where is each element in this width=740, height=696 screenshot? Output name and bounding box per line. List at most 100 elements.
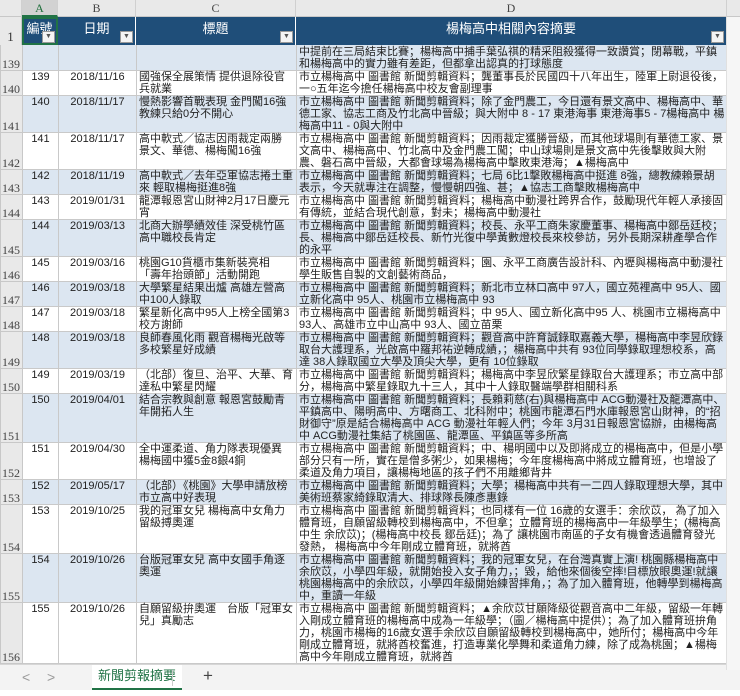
cell-date[interactable]: 2019/04/01 bbox=[58, 393, 137, 443]
cell-summary[interactable]: 市立楊梅高中 圖書館 新聞剪輯資料；因雨裁定獲勝晉級，而其他球場則有華德工家、景… bbox=[296, 132, 728, 170]
cell-number[interactable]: 152 bbox=[22, 479, 59, 505]
cell-number[interactable]: 150 bbox=[22, 393, 59, 443]
cell-title[interactable]: 良師春風化雨 觀音楊梅光啟等多校繁星好成績 bbox=[136, 331, 297, 369]
filter-dropdown-icon[interactable]: ▼ bbox=[42, 31, 55, 43]
cell-summary[interactable]: 市立楊梅高中 圖書館 新聞剪輯資料；我的冠軍女兒，在台灣真實上演! 桃園縣楊梅高… bbox=[296, 553, 728, 603]
header-cell-summary[interactable]: 楊梅高中相關內容摘要 ▼ bbox=[296, 17, 727, 45]
cell-summary[interactable]: 市立楊梅高中 圖書館 新聞剪輯資料；觀音高中許育誠錄取嘉義大學，楊梅高中李昱欣錄… bbox=[296, 331, 728, 369]
cell-date[interactable]: 2019/10/26 bbox=[58, 602, 137, 664]
cell-number[interactable]: 146 bbox=[22, 281, 59, 307]
row-number[interactable]: 152 bbox=[0, 442, 23, 480]
cell-date[interactable]: 2019/03/16 bbox=[58, 256, 137, 282]
cell-date[interactable]: 2019/05/17 bbox=[58, 479, 137, 505]
cell-date[interactable]: 2019/03/18 bbox=[58, 306, 137, 332]
vertical-scrollbar[interactable] bbox=[726, 17, 740, 670]
cell-date[interactable]: 2018/11/19 bbox=[58, 169, 137, 195]
cell-summary[interactable]: 市立楊梅高中 圖書館 新聞剪輯資料；也同樣有一位 16歲的女選手：余欣苡， 為了… bbox=[296, 504, 728, 554]
column-header-a[interactable]: A bbox=[22, 0, 58, 17]
cell-date[interactable]: 2018/11/17 bbox=[58, 132, 137, 170]
row-number[interactable]: 144 bbox=[0, 194, 23, 220]
cell-title[interactable]: 自願留級拚奧運 台版「冠軍女兒」真勵志 bbox=[136, 602, 297, 664]
row-number[interactable]: 150 bbox=[0, 368, 23, 394]
cell-number[interactable]: 154 bbox=[22, 553, 59, 603]
cell-title[interactable]: 結合宗教與創意 報恩宮鼓勵青年開拓人生 bbox=[136, 393, 297, 443]
cell-summary[interactable]: 市立楊梅高中 圖書館 新聞剪輯資料；校長、永平工商朱家慶董事、楊梅高中鄒岳廷校；… bbox=[296, 219, 728, 257]
cell-summary[interactable]: 市立楊梅高中 圖書館 新聞剪輯資料；中 95人、國立新化高中95 人、桃園市立楊… bbox=[296, 306, 728, 332]
cell-number[interactable]: 148 bbox=[22, 331, 59, 369]
cell-title[interactable]: 台版冠軍女兒 高中女國手角逐奧運 bbox=[136, 553, 297, 603]
filter-dropdown-icon[interactable]: ▼ bbox=[711, 31, 724, 43]
cell-summary[interactable]: 市立楊梅高中 圖書館 新聞剪輯資料；長賴莉慈(右)與楊梅高中 ACG動漫社及龍潭… bbox=[296, 393, 728, 443]
column-header-b[interactable]: B bbox=[58, 0, 136, 17]
cell-number[interactable]: 145 bbox=[22, 256, 59, 282]
cell-date[interactable]: 2019/03/19 bbox=[58, 368, 137, 394]
cell-date[interactable]: 2019/10/26 bbox=[58, 553, 137, 603]
cell-number[interactable]: 140 bbox=[22, 95, 59, 133]
cell-summary[interactable]: 市立楊梅高中 圖書館 新聞剪輯資料；楊梅高中動漫社跨界合作，鼓勵現代年輕人承接固… bbox=[296, 194, 728, 220]
cell-summary[interactable]: 市立楊梅高中 圖書館 新聞剪輯資料；龔董事長於民國四十八年出生，陸軍上尉退役後，… bbox=[296, 70, 728, 96]
cell-title[interactable]: 大學繁星結果出爐 高雄左營高中100人錄取 bbox=[136, 281, 297, 307]
header-cell-date[interactable]: 日期 ▼ bbox=[58, 17, 136, 45]
select-all-corner[interactable] bbox=[0, 0, 22, 17]
header-cell-number[interactable]: 編號 ▼ bbox=[22, 17, 58, 45]
row-number[interactable]: 140 bbox=[0, 70, 23, 96]
cell-date[interactable]: 2018/11/16 bbox=[58, 70, 137, 96]
cell-summary[interactable]: 市立楊梅高中 圖書館 新聞剪輯資料；中、楊明國中以及即將成立的楊梅高中，但是小學… bbox=[296, 442, 728, 480]
row-number[interactable]: 1 bbox=[0, 17, 22, 45]
cell-date[interactable]: 2019/04/30 bbox=[58, 442, 137, 480]
cell-title[interactable]: 桃園G10貨櫃市集新裝亮相 「壽年抬頭節」活動開跑 bbox=[136, 256, 297, 282]
cell-number[interactable]: 139 bbox=[22, 70, 59, 96]
cell-number[interactable]: 144 bbox=[22, 219, 59, 257]
cell-number[interactable]: 142 bbox=[22, 169, 59, 195]
cell-summary[interactable]: 市立楊梅高中 圖書館 新聞剪輯資料；園、永平工商廣告設計科、內壢與楊梅高中動漫社… bbox=[296, 256, 728, 282]
cell-summary[interactable]: 市立楊梅高中 圖書館 新聞剪輯資料；七局 6比1擊敗楊梅高中挺進 8強，總教練賴… bbox=[296, 169, 728, 195]
row-number[interactable]: 153 bbox=[0, 479, 23, 505]
filter-dropdown-icon[interactable]: ▼ bbox=[120, 31, 133, 43]
row-number[interactable]: 141 bbox=[0, 95, 23, 133]
cell-date[interactable]: 2018/11/17 bbox=[58, 95, 137, 133]
row-number[interactable]: 151 bbox=[0, 393, 23, 443]
cell-number[interactable]: 151 bbox=[22, 442, 59, 480]
row-number[interactable]: 146 bbox=[0, 256, 23, 282]
row-number[interactable]: 142 bbox=[0, 132, 23, 170]
cell-number[interactable]: 153 bbox=[22, 504, 59, 554]
column-header-d[interactable]: D bbox=[296, 0, 727, 17]
cell-title[interactable]: （北部）復旦、治平、大華、育達私中繁星閃耀 bbox=[136, 368, 297, 394]
cell-date[interactable]: 2019/03/18 bbox=[58, 281, 137, 307]
cell-date[interactable]: 2019/03/13 bbox=[58, 219, 137, 257]
filter-dropdown-icon[interactable]: ▼ bbox=[280, 31, 293, 43]
cell-title[interactable]: 我的冠軍女兒 楊梅高中女角力留級搏奧運 bbox=[136, 504, 297, 554]
cell-summary[interactable]: 市立楊梅高中 圖書館 新聞剪輯資料；▲余欣苡甘願降級從觀音高中二年級，留級一年轉… bbox=[296, 602, 728, 664]
cell-number[interactable]: 149 bbox=[22, 368, 59, 394]
cell-title[interactable]: 高中軟式／去年亞軍協志捲土重來 輕取楊梅挺進8強 bbox=[136, 169, 297, 195]
sheet-tab-news-summary[interactable]: 新聞剪報摘要 bbox=[92, 665, 183, 690]
cell-title[interactable]: 高中軟式／協志因雨裁定兩勝 景文、華德、楊梅闖16強 bbox=[136, 132, 297, 170]
row-number[interactable]: 143 bbox=[0, 169, 23, 195]
row-number[interactable]: 156 bbox=[0, 602, 23, 664]
row-number[interactable]: 145 bbox=[0, 219, 23, 257]
cell-date[interactable]: 2019/01/31 bbox=[58, 194, 137, 220]
header-cell-title[interactable]: 標題 ▼ bbox=[136, 17, 296, 45]
add-sheet-button[interactable]: + bbox=[203, 666, 213, 686]
cell-number[interactable]: 141 bbox=[22, 132, 59, 170]
cell-title[interactable]: 繁星新化高中95人上榜全國第3 校方謝師 bbox=[136, 306, 297, 332]
column-header-c[interactable]: C bbox=[136, 0, 296, 17]
cell-title[interactable]: 北商大辦學績效佳 深受桃竹區高中職校長肯定 bbox=[136, 219, 297, 257]
cell-date[interactable]: 2019/10/25 bbox=[58, 504, 137, 554]
cell-summary[interactable]: 市立楊梅高中 圖書館 新聞剪輯資料；新北市立林口高中 97人，國立苑裡高中 95… bbox=[296, 281, 728, 307]
cell-title[interactable]: 國強保全展策情 提供退除役官兵就業 bbox=[136, 70, 297, 96]
cell-title[interactable]: 慢熱影響首戰表現 金門闖16強教練只給0分不開心 bbox=[136, 95, 297, 133]
cell-title[interactable]: 全中運柔道、角力隊表現優異 楊梅國中獲5金8銀4銅 bbox=[136, 442, 297, 480]
cell-number[interactable]: 143 bbox=[22, 194, 59, 220]
row-number[interactable]: 154 bbox=[0, 504, 23, 554]
cell-summary[interactable]: 市立楊梅高中 圖書館 新聞剪輯資料；楊梅高中李昱欣繁星錄取台大護理系；市立高中部… bbox=[296, 368, 728, 394]
cell-number[interactable]: 147 bbox=[22, 306, 59, 332]
cell-title[interactable]: （北部）《桃園》大學申請放榜 市立高中好表現 bbox=[136, 479, 297, 505]
row-number[interactable]: 148 bbox=[0, 306, 23, 332]
cell-title[interactable]: 龍潭報恩宮山財神2月17日慶元宵 bbox=[136, 194, 297, 220]
cell-summary[interactable]: 市立楊梅高中 圖書館 新聞剪輯資料；大學；楊梅高中共有一二四人錄取理想大學，其中… bbox=[296, 479, 728, 505]
cell-date[interactable]: 2019/03/18 bbox=[58, 331, 137, 369]
row-number[interactable]: 155 bbox=[0, 553, 23, 603]
prev-sheet-icon[interactable]: < bbox=[22, 669, 30, 685]
next-sheet-icon[interactable]: > bbox=[47, 669, 55, 685]
